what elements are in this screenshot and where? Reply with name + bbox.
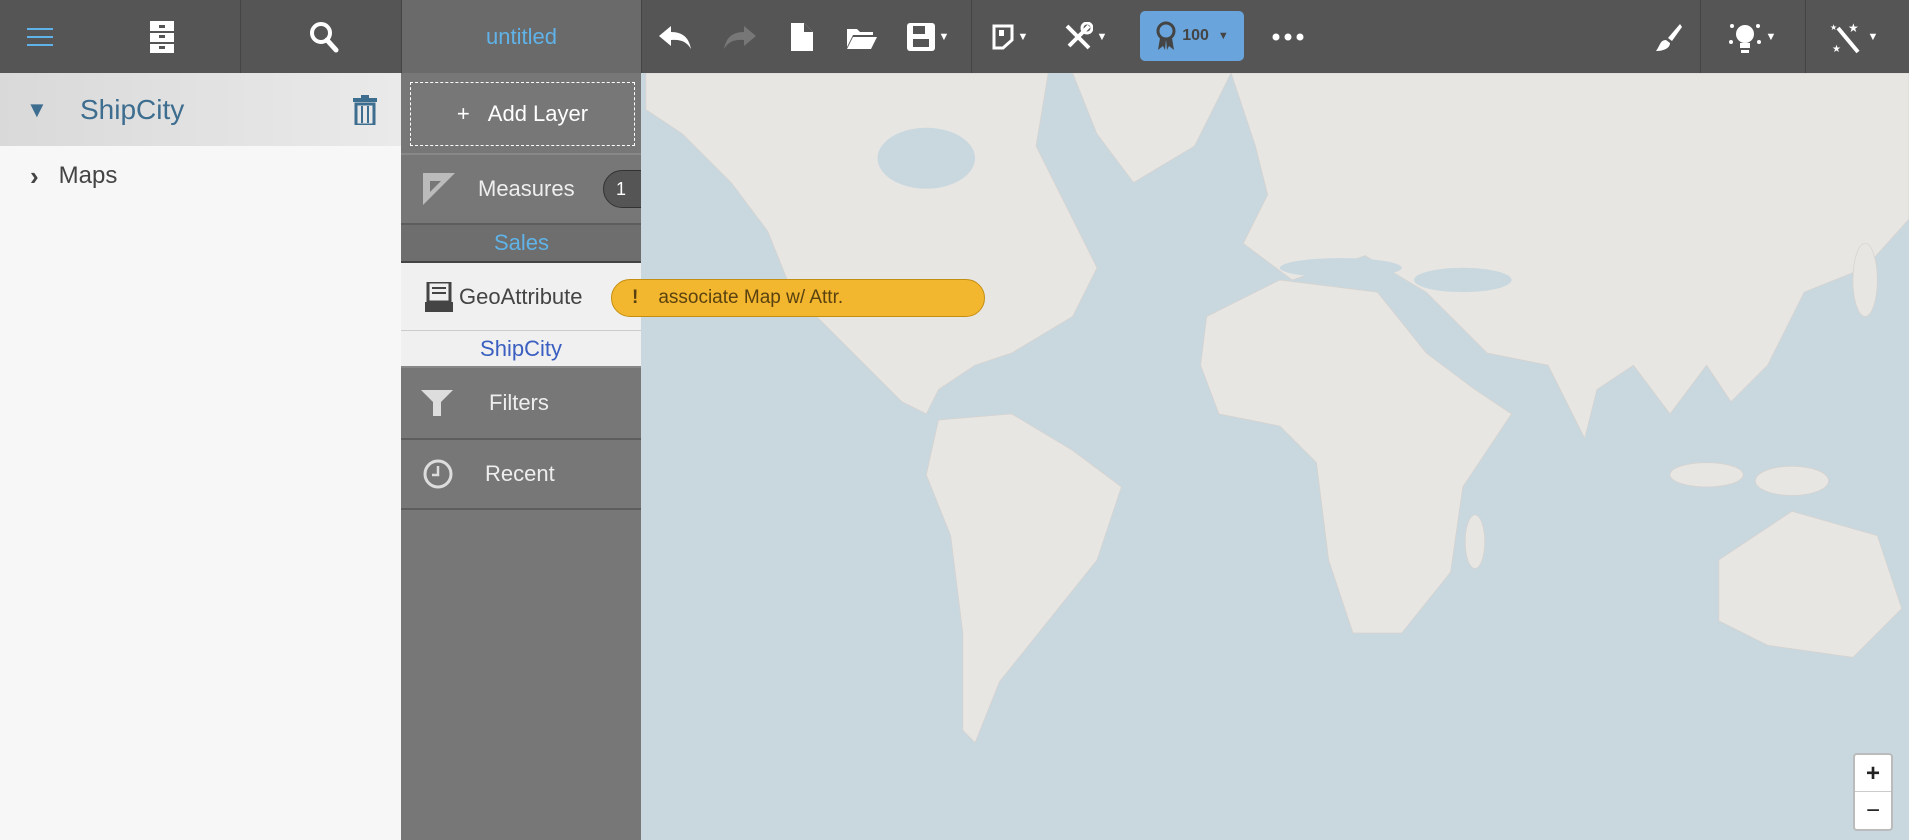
plus-icon: + <box>456 101 470 126</box>
measure-pill-sales[interactable]: Sales <box>401 225 676 263</box>
lightbulb-icon[interactable]: ▼ <box>1720 0 1784 73</box>
ruler-icon <box>423 173 455 205</box>
new-file-icon[interactable] <box>785 0 819 73</box>
file-cabinet-icon[interactable] <box>140 0 184 73</box>
award-icon <box>1156 21 1176 50</box>
add-layer-button[interactable]: + Add Layer <box>410 82 635 146</box>
recent-section[interactable]: Recent <box>401 440 641 510</box>
zoom-in-button[interactable]: + <box>1855 755 1891 792</box>
brush-icon[interactable] <box>1650 0 1686 73</box>
trash-icon[interactable] <box>353 94 377 125</box>
measure-label: Sales <box>493 230 550 255</box>
award-button[interactable]: 100 ▼ <box>1140 11 1244 61</box>
filters-label: Filters <box>489 390 549 415</box>
geo-item-shipcity[interactable]: ShipCity <box>401 331 641 368</box>
tree-item-label: Maps <box>58 162 118 189</box>
world-map[interactable]: + − <box>641 73 1909 840</box>
recent-label: Recent <box>485 461 555 486</box>
map-tiles <box>645 73 1909 744</box>
document-title[interactable]: untitled <box>402 0 641 73</box>
svg-text:★: ★ <box>1848 21 1859 35</box>
geo-item-label: ShipCity <box>480 335 562 361</box>
svg-text:★: ★ <box>1830 23 1837 32</box>
collapse-triangle-icon[interactable]: ▼ <box>26 97 48 123</box>
geoattribute-section[interactable]: GeoAttribute <box>401 263 641 331</box>
layer-row[interactable]: ▼ ShipCity <box>0 73 401 146</box>
warning-icon: ! <box>632 287 639 308</box>
search-icon[interactable] <box>302 0 346 73</box>
filters-section[interactable]: Filters <box>401 368 641 440</box>
warning-text: associate Map w/ Attr. <box>658 287 844 308</box>
tree-item-maps[interactable]: › Maps <box>0 146 401 206</box>
clock-icon <box>423 459 453 489</box>
map-chart-icon[interactable]: ▼ <box>985 0 1035 73</box>
save-icon[interactable]: ▼ <box>900 0 956 73</box>
measures-label: Measures <box>478 176 575 201</box>
magic-wand-icon[interactable]: ★ ★ ★ ▼ <box>1822 0 1886 73</box>
more-icon[interactable] <box>1268 0 1308 73</box>
layer-config-panel: + Add Layer Measures 1 Sales GeoAttribute… <box>401 73 676 840</box>
redo-icon[interactable] <box>720 0 760 73</box>
layer-panel: ▼ ShipCity › Maps <box>0 73 401 840</box>
toolbar: untitled ▼ ▼ ▼ 100 ▼ ▼ ★ ★ ★ ▼ <box>0 0 1909 73</box>
layer-name: ShipCity <box>80 93 185 125</box>
hamburger-menu-icon[interactable] <box>18 0 62 73</box>
warning-tooltip: ! associate Map w/ Attr. <box>611 279 985 317</box>
award-value: 100 <box>1182 27 1209 44</box>
open-folder-icon[interactable] <box>844 0 880 73</box>
add-layer-label: Add Layer <box>487 101 589 126</box>
zoom-control: + − <box>1853 753 1893 831</box>
geo-attribute-icon <box>425 281 453 312</box>
svg-text:★: ★ <box>1832 44 1841 54</box>
measures-section[interactable]: Measures 1 <box>401 153 647 225</box>
undo-icon[interactable] <box>655 0 695 73</box>
geoattribute-label: GeoAttribute <box>459 283 583 309</box>
zoom-out-button[interactable]: − <box>1855 792 1891 829</box>
filter-icon <box>421 390 453 416</box>
tools-icon[interactable]: ▼ <box>1058 0 1112 73</box>
chevron-right-icon: › <box>30 160 39 191</box>
